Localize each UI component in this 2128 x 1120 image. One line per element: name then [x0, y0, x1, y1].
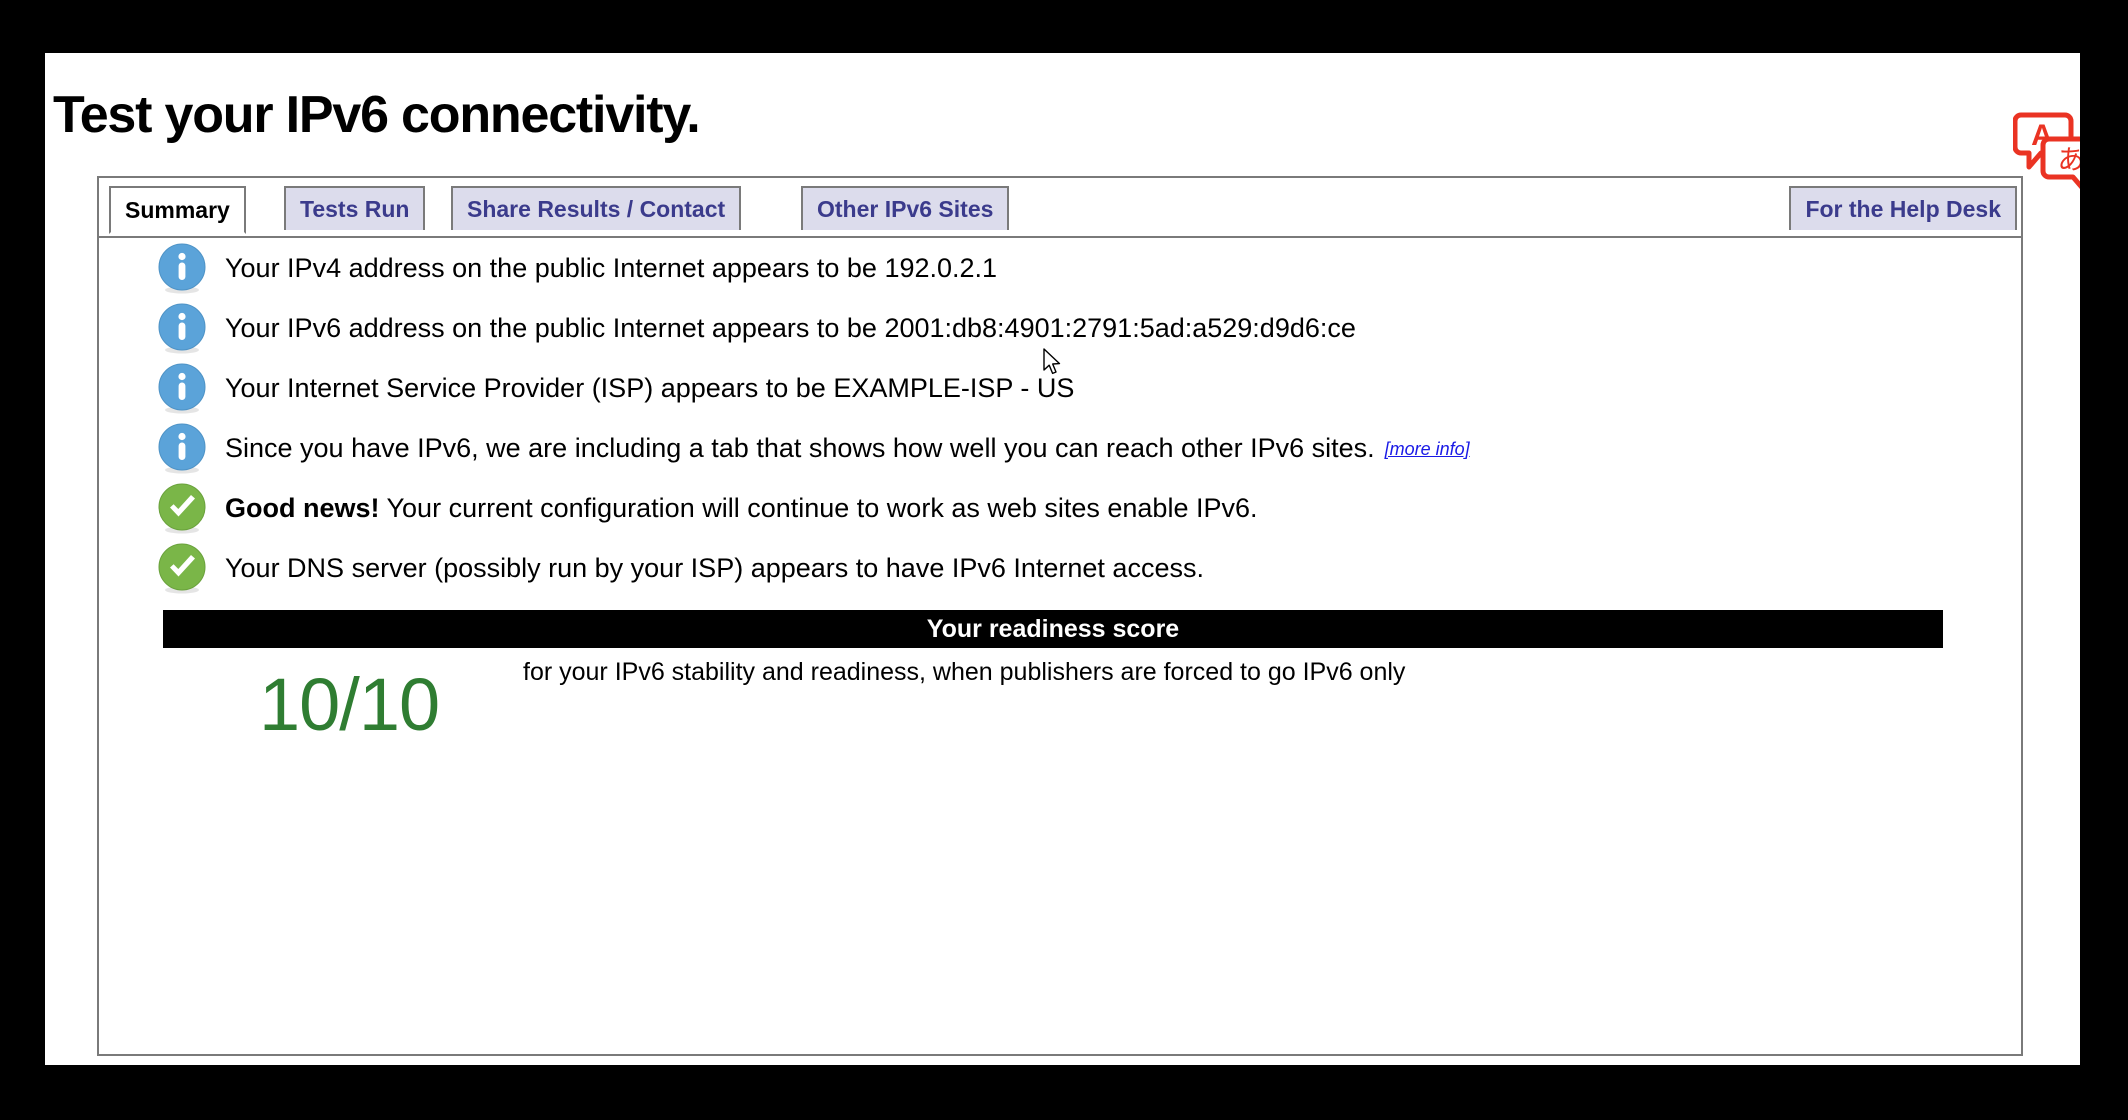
tab-tests-run-label: Tests Run: [300, 196, 410, 222]
page-title: Test your IPv6 connectivity.: [53, 86, 701, 144]
status-text: Your IPv4 address on the public Internet…: [225, 252, 997, 284]
info-icon: [155, 361, 209, 415]
status-text: Your IPv6 address on the public Internet…: [225, 312, 1356, 344]
more-info-link[interactable]: [more info]: [1385, 439, 1470, 459]
status-message: Your current configuration will continue…: [386, 492, 1258, 523]
web-page: Test your IPv6 connectivity. Summary Tes…: [45, 53, 2080, 1065]
status-message: Your Internet Service Provider (ISP) app…: [225, 372, 1075, 403]
tab-summary-label: Summary: [125, 197, 230, 223]
svg-text:あ: あ: [2058, 145, 2081, 175]
check-icon: [155, 541, 209, 595]
tab-content-summary: Your IPv4 address on the public Internet…: [99, 238, 2021, 778]
translate-icon[interactable]: A あ: [2012, 109, 2081, 195]
status-row: Your IPv4 address on the public Internet…: [99, 238, 2021, 298]
status-bold-prefix: Good news!: [225, 492, 380, 523]
status-row: Good news! Your current configuration wi…: [99, 478, 2021, 538]
browser-window: Test your IPv6 connectivity. Summary Tes…: [0, 0, 2128, 1120]
status-row: Your IPv6 address on the public Internet…: [99, 298, 2021, 358]
tab-share-results-contact-label: Share Results / Contact: [467, 196, 726, 222]
tab-tests-run[interactable]: Tests Run: [284, 186, 426, 230]
status-message: Your IPv6 address on the public Internet…: [225, 312, 1356, 343]
tab-summary[interactable]: Summary: [109, 186, 246, 234]
tab-for-the-help-desk-label: For the Help Desk: [1805, 196, 2001, 222]
readiness-score-caption: for your IPv6 stability and readiness, w…: [523, 658, 1406, 686]
status-message: Since you have IPv6, we are including a …: [225, 432, 1375, 463]
info-icon: [155, 301, 209, 355]
tab-other-ipv6-sites[interactable]: Other IPv6 Sites: [801, 186, 1010, 230]
tab-for-the-help-desk[interactable]: For the Help Desk: [1789, 186, 2017, 230]
info-icon: [155, 241, 209, 295]
status-message: Your IPv4 address on the public Internet…: [225, 252, 998, 283]
readiness-score-banner: Your readiness score: [163, 610, 1943, 648]
tab-share-results-contact[interactable]: Share Results / Contact: [451, 186, 742, 230]
status-text: Since you have IPv6, we are including a …: [225, 432, 1470, 464]
status-text: Your Internet Service Provider (ISP) app…: [225, 372, 1074, 404]
tab-panel: Summary Tests Run Share Results / Contac…: [97, 176, 2023, 1056]
status-text: Your DNS server (possibly run by your IS…: [225, 552, 1204, 584]
readiness-score-area: 10/10 for your IPv6 stability and readin…: [99, 648, 2021, 778]
readiness-score-value: 10/10: [259, 663, 440, 746]
check-icon: [155, 481, 209, 535]
status-text: Good news! Your current configuration wi…: [225, 492, 1258, 524]
tab-other-ipv6-sites-label: Other IPv6 Sites: [817, 196, 994, 222]
tab-strip: Summary Tests Run Share Results / Contac…: [99, 178, 2021, 238]
status-row: Your Internet Service Provider (ISP) app…: [99, 358, 2021, 418]
info-icon: [155, 421, 209, 475]
status-message: Your DNS server (possibly run by your IS…: [225, 552, 1204, 583]
status-row: Since you have IPv6, we are including a …: [99, 418, 2021, 478]
status-row: Your DNS server (possibly run by your IS…: [99, 538, 2021, 598]
